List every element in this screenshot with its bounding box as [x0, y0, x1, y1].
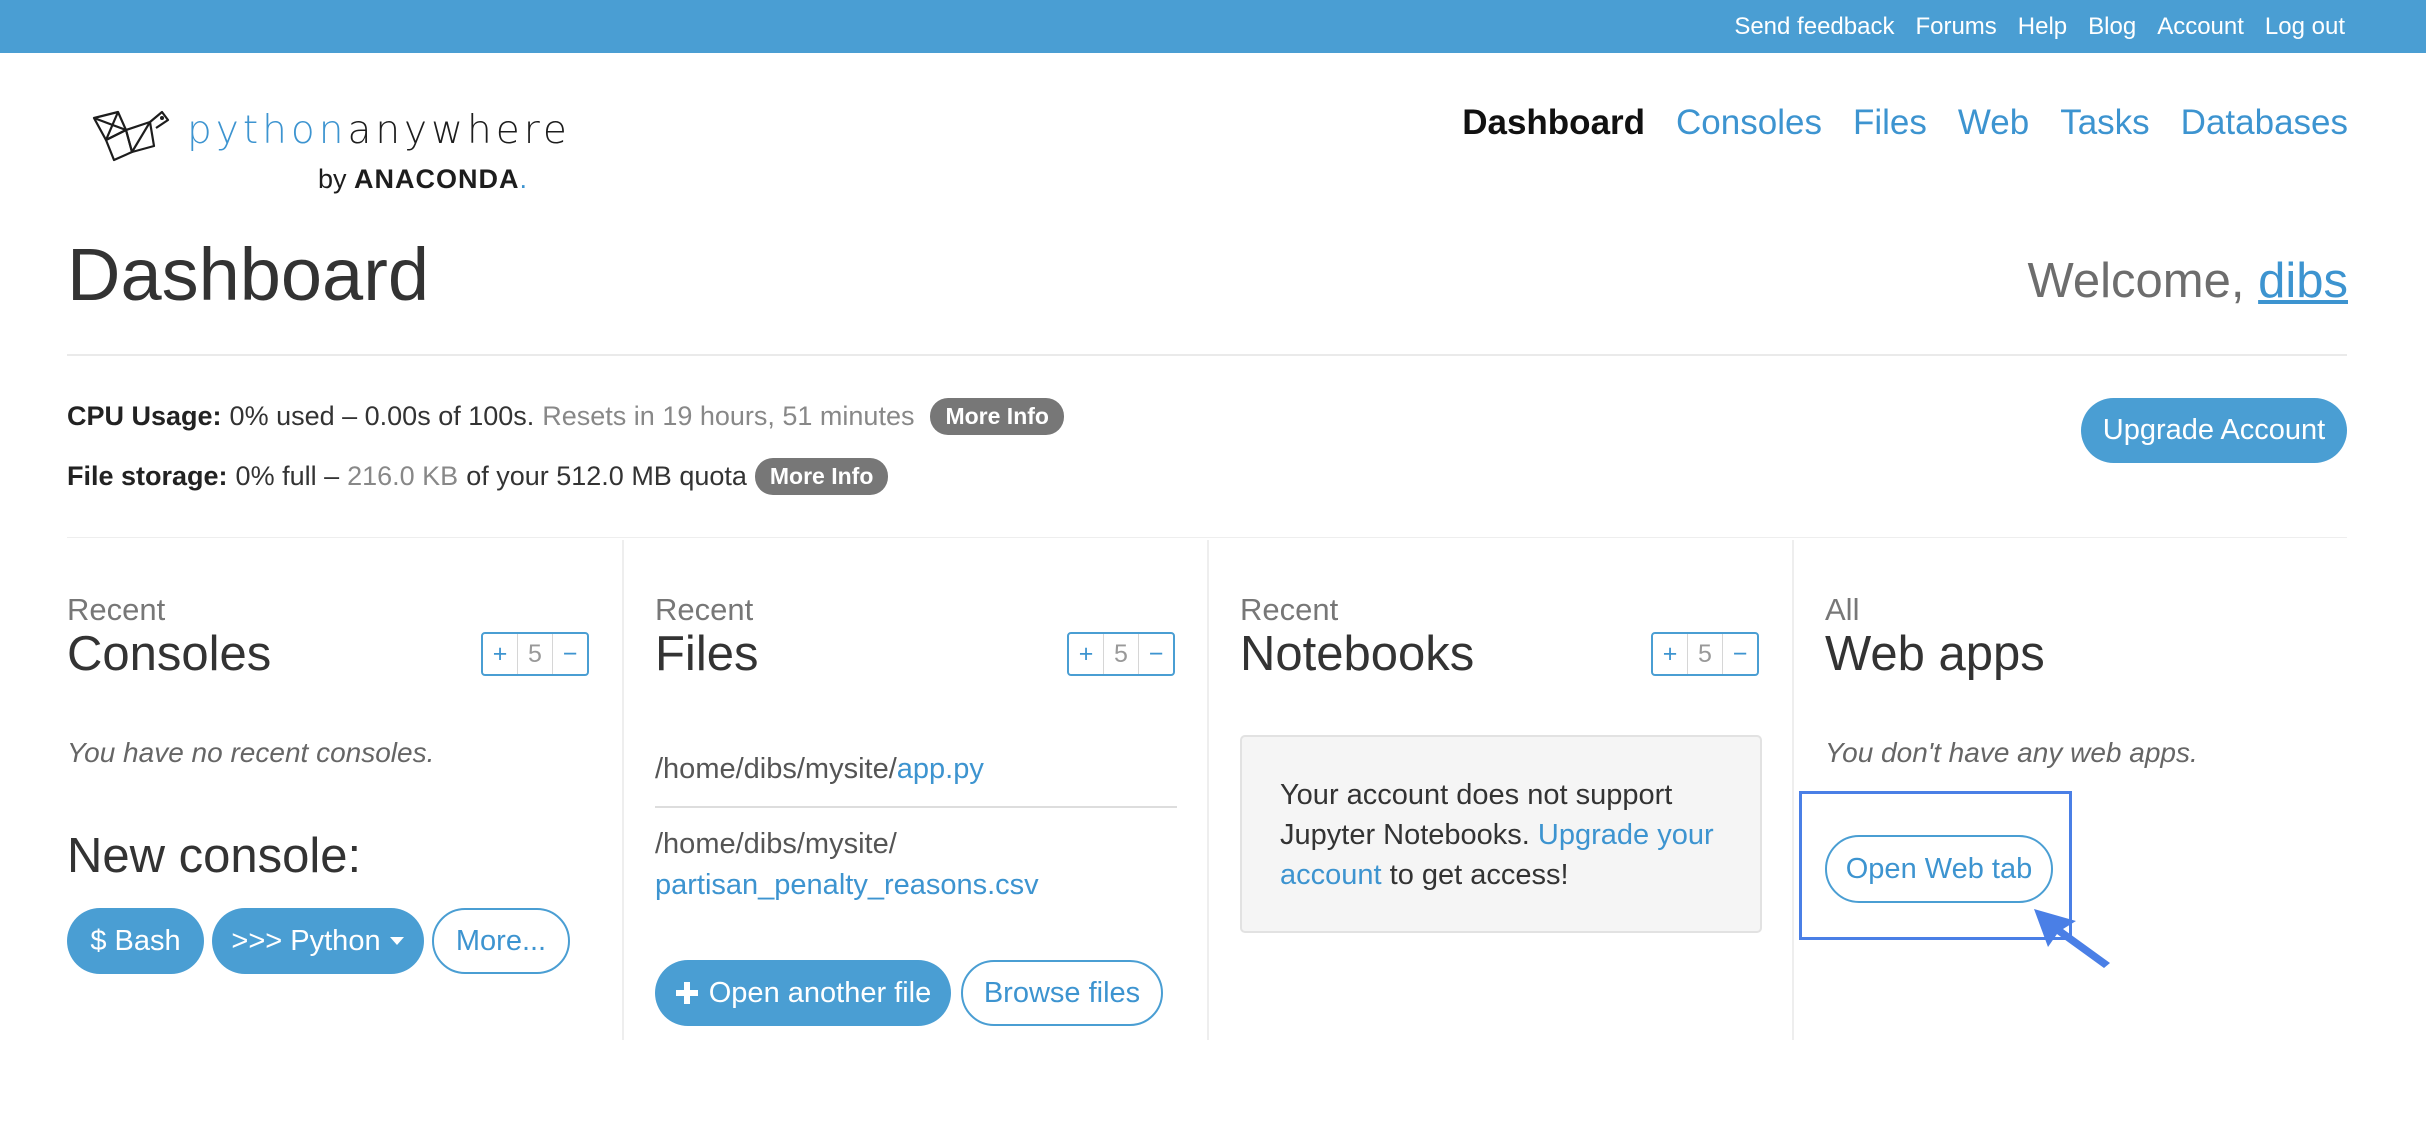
increase-button[interactable]: +	[483, 634, 517, 674]
nav-tasks[interactable]: Tasks	[2060, 103, 2149, 143]
open-another-file-button[interactable]: Open another file	[655, 960, 951, 1026]
consoles-panel: Recent Consoles + 5 − You have no recent…	[67, 540, 592, 1040]
recent-file-item: /home/dibs/mysite/ partisan_penalty_reas…	[655, 828, 1039, 901]
increase-button[interactable]: +	[1653, 634, 1687, 674]
recent-file-link[interactable]: app.py	[897, 753, 984, 785]
plus-icon	[675, 982, 698, 1004]
webapps-heading: Web apps	[1825, 627, 2045, 681]
main-nav: Dashboard Consoles Files Web Tasks Datab…	[1462, 103, 2348, 143]
decrease-button[interactable]: −	[553, 634, 587, 674]
recent-file-link[interactable]: partisan_penalty_reasons.csv	[655, 869, 1039, 901]
no-consoles-note: You have no recent consoles.	[67, 737, 435, 768]
cpu-more-info-button[interactable]: More Info	[930, 398, 1064, 435]
consoles-count-stepper: + 5 −	[481, 632, 589, 676]
files-panel: Recent Files + 5 − /home/dibs/mysite/app…	[655, 540, 1180, 1040]
recent-file-item: /home/dibs/mysite/app.py	[655, 753, 984, 785]
decrease-button[interactable]: −	[1723, 634, 1757, 674]
caret-down-icon	[389, 937, 404, 945]
upgrade-account-button[interactable]: Upgrade Account	[2081, 398, 2347, 463]
files-heading: Files	[655, 627, 759, 681]
python-console-button[interactable]: >>> Python	[212, 908, 424, 974]
divider	[67, 354, 2347, 356]
file-storage-usage: File storage: 0% full – 216.0 KB of your…	[67, 458, 889, 495]
username-link[interactable]: dibs	[2258, 254, 2348, 308]
page-title: Dashboard	[67, 233, 430, 316]
consoles-heading: Consoles	[67, 627, 272, 681]
count-value: 5	[517, 634, 553, 674]
snake-logo-icon	[92, 110, 170, 162]
forums-link[interactable]: Forums	[1915, 13, 1996, 41]
nav-consoles[interactable]: Consoles	[1676, 103, 1822, 143]
cpu-usage: CPU Usage: 0% used – 0.00s of 100s. Rese…	[67, 398, 1064, 435]
increase-button[interactable]: +	[1069, 634, 1103, 674]
top-links: Send feedback Forums Help Blog Account L…	[1734, 0, 2345, 53]
logout-link[interactable]: Log out	[2265, 13, 2345, 41]
pointer-arrow-icon	[2034, 909, 2110, 968]
account-link[interactable]: Account	[2157, 13, 2244, 41]
help-link[interactable]: Help	[2018, 13, 2067, 41]
logo-byline: by ANACONDA.	[318, 164, 528, 194]
notebooks-panel: Recent Notebooks + 5 − Your account does…	[1240, 540, 1765, 1040]
nav-web[interactable]: Web	[1958, 103, 2029, 143]
bash-console-button[interactable]: $ Bash	[67, 908, 204, 974]
count-value: 5	[1103, 634, 1139, 674]
nav-dashboard[interactable]: Dashboard	[1462, 103, 1645, 143]
column-divider	[622, 540, 624, 1040]
top-bar: Send feedback Forums Help Blog Account L…	[0, 0, 2426, 53]
more-consoles-button[interactable]: More...	[432, 908, 570, 974]
browse-files-button[interactable]: Browse files	[961, 960, 1163, 1026]
decrease-button[interactable]: −	[1139, 634, 1173, 674]
column-divider	[1792, 540, 1794, 1040]
divider	[67, 537, 2347, 538]
send-feedback-link[interactable]: Send feedback	[1734, 13, 1894, 41]
column-divider	[1207, 540, 1209, 1040]
nav-databases[interactable]: Databases	[2181, 103, 2348, 143]
notebooks-heading: Notebooks	[1240, 627, 1475, 681]
new-console-heading: New console:	[67, 829, 362, 883]
count-value: 5	[1687, 634, 1723, 674]
storage-more-info-button[interactable]: More Info	[754, 458, 889, 495]
notebooks-count-stepper: + 5 −	[1651, 632, 1759, 676]
logo-wordmark: pythonanywhere	[187, 108, 571, 153]
blog-link[interactable]: Blog	[2088, 13, 2136, 41]
files-count-stepper: + 5 −	[1067, 632, 1175, 676]
notebooks-unsupported-notice: Your account does not support Jupyter No…	[1240, 735, 1762, 933]
no-webapps-note: You don't have any web apps.	[1825, 737, 2198, 768]
nav-files[interactable]: Files	[1853, 103, 1927, 143]
pythonanywhere-logo[interactable]: pythonanywhere by ANACONDA.	[92, 108, 567, 200]
welcome-message: Welcome, dibs	[2027, 254, 2348, 308]
divider	[655, 806, 1177, 808]
